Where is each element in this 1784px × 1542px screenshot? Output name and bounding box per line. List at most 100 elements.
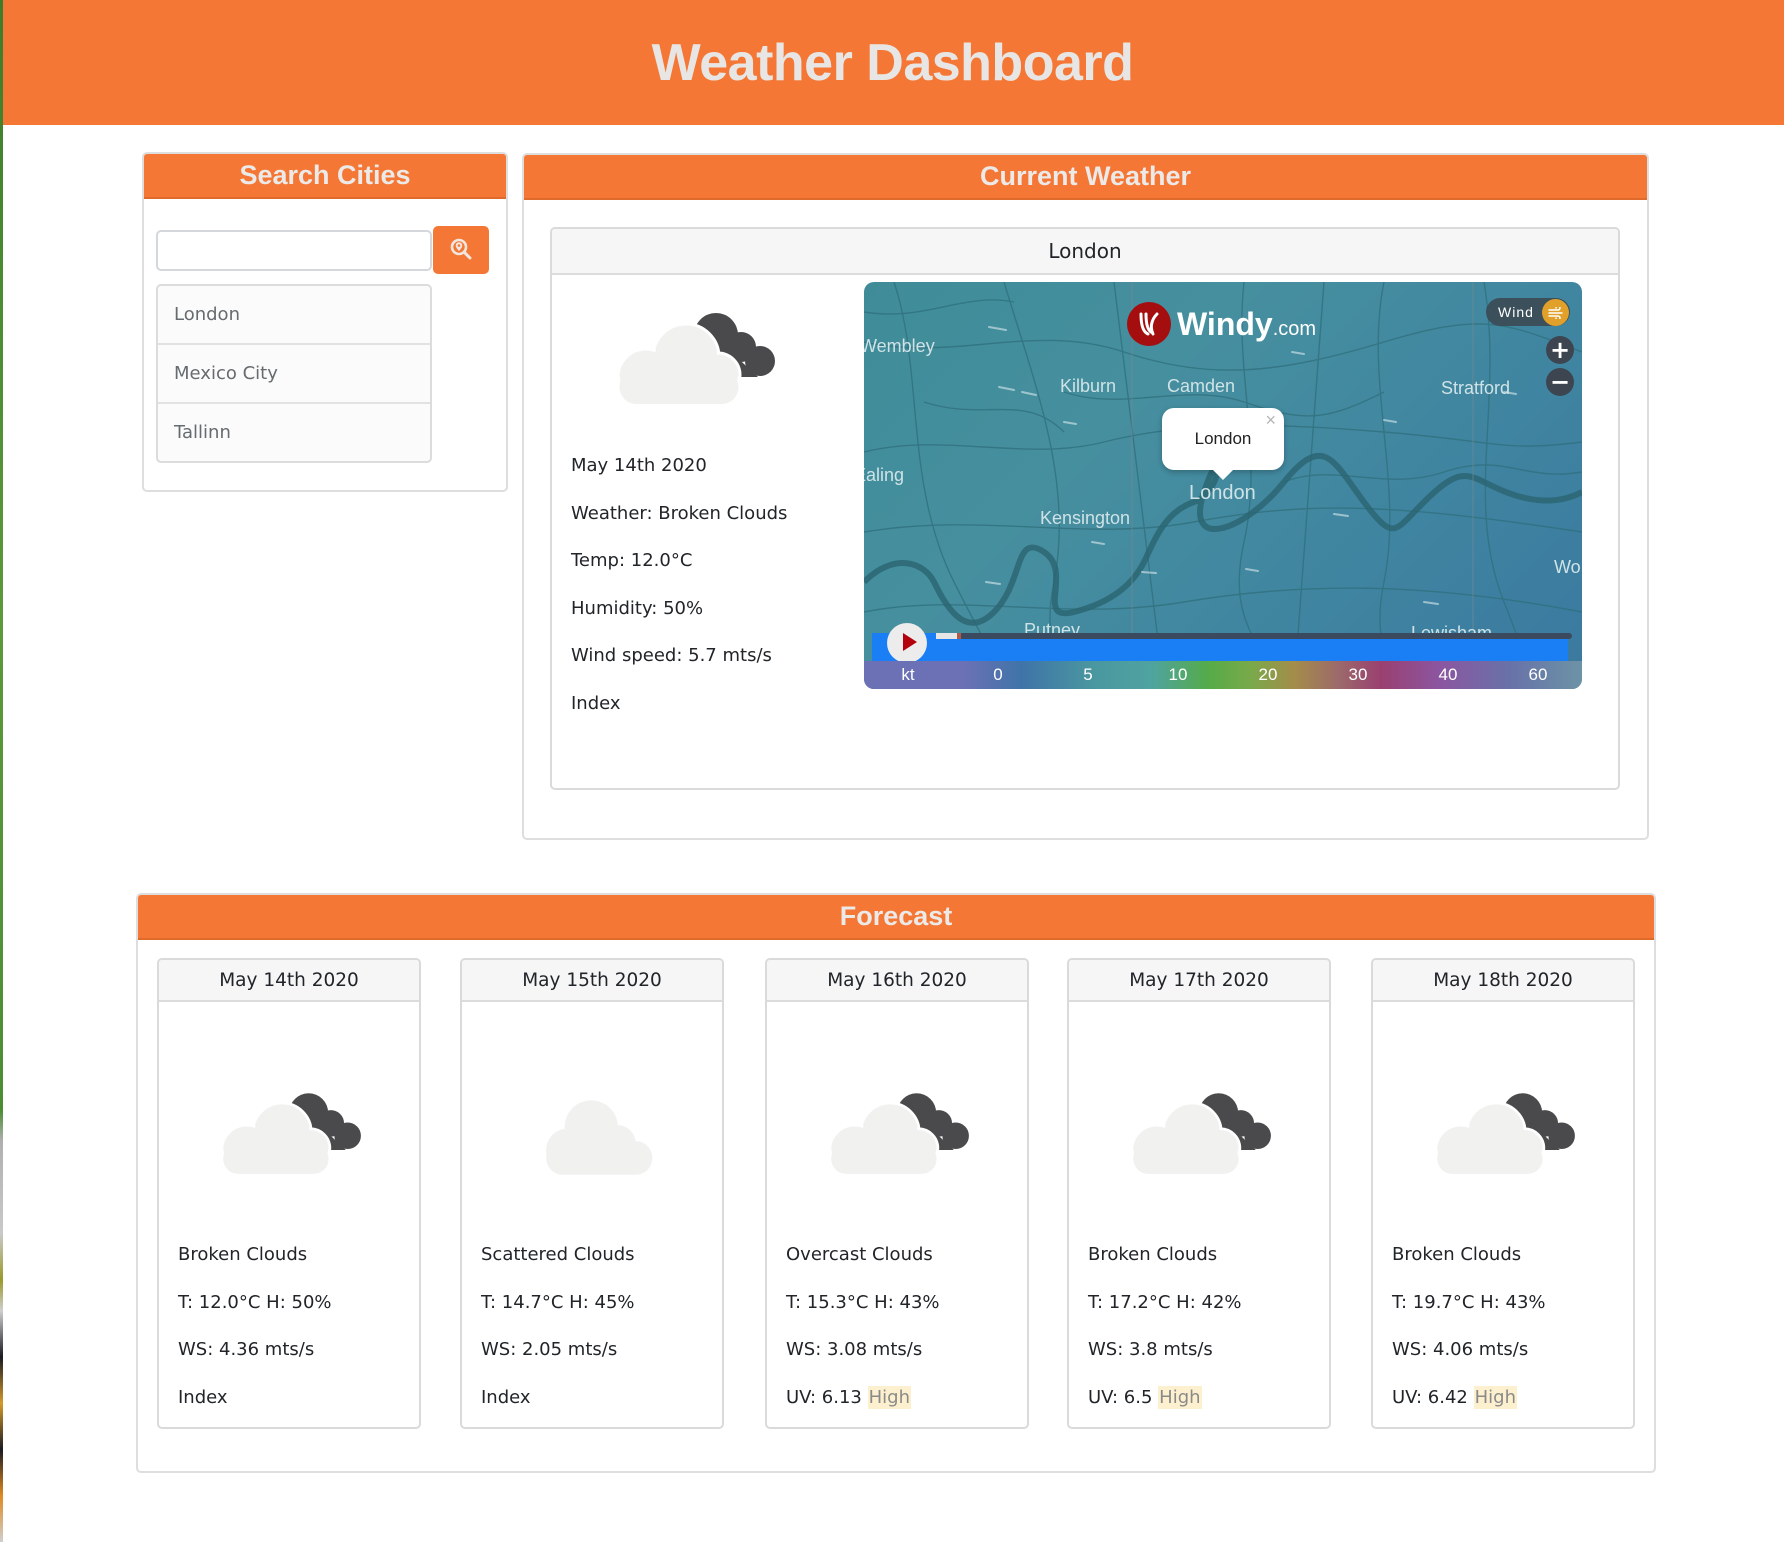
- legend-tick: 40: [1438, 665, 1458, 684]
- wind-icon: [1542, 299, 1569, 326]
- uv-value: UV: 6.5: [1088, 1386, 1153, 1408]
- forecast-uv-index: UV: 6.42 High: [1392, 1385, 1546, 1428]
- recent-cities-list: London Mexico City Tallinn: [156, 284, 432, 463]
- forecast-card-4: May 17th 2020 Broken Clouds T: 17.2°C H:…: [1067, 958, 1331, 1429]
- forecast-temp-humidity: T: 19.7°C H: 43%: [1392, 1291, 1546, 1313]
- forecast-card-5: May 18th 2020 Broken Clouds T: 19.7°C H:…: [1371, 958, 1635, 1429]
- map-label-kensington: Kensington: [1040, 508, 1131, 528]
- forecast-description: Overcast Clouds: [786, 1244, 933, 1265]
- city-item-tallinn[interactable]: Tallinn: [158, 404, 430, 461]
- current-weather-card: London May 14th 2020 Weather: Broken Clo…: [550, 227, 1620, 790]
- map-label-stratford: Stratford: [1441, 378, 1511, 398]
- broken-clouds-icon: [1427, 1085, 1582, 1183]
- map-label-kilburn: Kilburn: [1060, 376, 1117, 396]
- popup-close-icon[interactable]: ×: [1265, 410, 1276, 431]
- forecast-temp-humidity: T: 15.3°C H: 43%: [786, 1291, 940, 1313]
- windy-map[interactable]: Wembley Kilburn Camden Stratford Ealing …: [864, 282, 1582, 689]
- map-label-wo: Wo: [1554, 557, 1581, 577]
- forecast-wind-speed: WS: 4.36 mts/s: [178, 1339, 315, 1360]
- forecast-details: Broken Clouds T: 19.7°C H: 43% WS: 4.06 …: [1392, 1244, 1546, 1428]
- forecast-card-2: May 15th 2020 Scattered Clouds T: 14.7°C…: [460, 958, 724, 1429]
- forecast-panel-title: Forecast: [839, 901, 953, 931]
- forecast-temp-humidity: T: 12.0°C H: 50%: [178, 1291, 332, 1313]
- play-icon[interactable]: [887, 623, 927, 663]
- forecast-description: Broken Clouds: [1392, 1244, 1522, 1265]
- current-weather-panel: Current Weather London May 14th 2020 Wea…: [522, 153, 1649, 840]
- city-search-input[interactable]: [156, 230, 432, 271]
- wind-layer-label: Wind: [1498, 304, 1534, 320]
- desktop-edge-strip: [0, 0, 3, 1542]
- map-label-london: London: [1189, 482, 1256, 504]
- forecast-panel-header: Forecast: [138, 895, 1654, 940]
- wind-speed-legend: kt 0 5 10 20 30 40 60: [864, 661, 1582, 689]
- map-zoom-out-button[interactable]: −: [1546, 368, 1574, 396]
- forecast-details: Scattered Clouds T: 14.7°C H: 45% WS: 2.…: [481, 1244, 635, 1428]
- legend-tick: 0: [993, 665, 1003, 684]
- forecast-uv-index: Index: [178, 1386, 332, 1428]
- forecast-date: May 16th 2020: [767, 960, 1027, 1002]
- current-weather-desc: Weather: Broken Clouds: [571, 502, 788, 524]
- uv-value: UV: 6.42: [1392, 1386, 1468, 1408]
- timeline-track[interactable]: [936, 633, 1572, 639]
- search-button[interactable]: [433, 226, 489, 274]
- forecast-date: May 14th 2020: [159, 960, 419, 1002]
- forecast-uv-index: Index: [481, 1386, 635, 1428]
- current-panel-title: Current Weather: [979, 161, 1192, 191]
- uv-level-badge: High: [867, 1385, 911, 1409]
- search-cities-panel: Search Cities London Mexico City Tallinn: [142, 152, 508, 492]
- broken-clouds-icon: [608, 311, 783, 407]
- windy-logo[interactable]: Windy.com: [1127, 302, 1316, 346]
- uv-level-badge: High: [1158, 1385, 1202, 1409]
- legend-tick: 10: [1168, 665, 1188, 684]
- current-uv-index: Index: [571, 692, 621, 714]
- current-panel-header: Current Weather: [524, 155, 1647, 200]
- uv-value: Index: [481, 1386, 531, 1408]
- forecast-temp-humidity: T: 17.2°C H: 42%: [1088, 1291, 1242, 1313]
- map-label-camden: Camden: [1167, 376, 1236, 396]
- city-item-mexico-city[interactable]: Mexico City: [158, 345, 430, 404]
- forecast-card-1: May 14th 2020 Broken Clouds T: 12.0°C H:…: [157, 958, 421, 1429]
- current-wind-speed: Wind speed: 5.7 mts/s: [571, 645, 772, 666]
- legend-unit: kt: [901, 665, 915, 684]
- page-title: Weather Dashboard: [651, 33, 1134, 92]
- uv-value: UV: 6.13: [786, 1386, 862, 1408]
- windy-brand-text: Windy.com: [1177, 305, 1317, 342]
- forecast-wind-speed: WS: 3.08 mts/s: [786, 1339, 923, 1360]
- map-timeline[interactable]: [872, 623, 1572, 663]
- current-weather-details: May 14th 2020 Weather: Broken Clouds Tem…: [571, 455, 787, 740]
- forecast-wind-speed: WS: 2.05 mts/s: [481, 1339, 618, 1360]
- forecast-date: May 17th 2020: [1069, 960, 1329, 1002]
- current-humidity: Humidity: 50%: [571, 597, 704, 619]
- broken-clouds-icon: [213, 1085, 368, 1183]
- forecast-card-3: May 16th 2020 Overcast Clouds T: 15.3°C …: [765, 958, 1029, 1429]
- timeline-progress: [936, 633, 961, 639]
- map-zoom-in-button[interactable]: +: [1546, 336, 1574, 364]
- map-label-ealing: Ealing: [864, 465, 905, 485]
- forecast-uv-index: UV: 6.5 High: [1088, 1385, 1242, 1428]
- legend-tick: 60: [1528, 665, 1548, 684]
- map-popup-text: London: [1194, 429, 1252, 448]
- uv-value: Index: [178, 1386, 228, 1408]
- wind-layer-selector[interactable]: Wind: [1486, 298, 1570, 326]
- forecast-date: May 15th 2020: [462, 960, 722, 1002]
- page-header: Weather Dashboard: [3, 0, 1784, 125]
- forecast-description: Broken Clouds: [1088, 1244, 1218, 1265]
- forecast-wind-speed: WS: 3.8 mts/s: [1088, 1339, 1213, 1360]
- map-label-wembley: Wembley: [864, 336, 935, 356]
- scattered-clouds-icon: [516, 1085, 671, 1183]
- forecast-panel: Forecast May 14th 2020 Broken Clouds T: …: [136, 893, 1656, 1473]
- current-city-name: London: [552, 229, 1618, 275]
- current-date: May 14th 2020: [571, 455, 707, 476]
- forecast-wind-speed: WS: 4.06 mts/s: [1392, 1339, 1529, 1360]
- map-popup-london: London ×: [1162, 408, 1284, 480]
- search-location-icon: [449, 237, 473, 264]
- forecast-temp-humidity: T: 14.7°C H: 45%: [481, 1291, 635, 1313]
- forecast-details: Broken Clouds T: 17.2°C H: 42% WS: 3.8 m…: [1088, 1244, 1242, 1428]
- search-panel-title: Search Cities: [239, 160, 411, 190]
- legend-tick: 30: [1348, 665, 1368, 684]
- broken-clouds-icon: [1123, 1085, 1278, 1183]
- city-item-london[interactable]: London: [158, 286, 430, 345]
- forecast-details: Broken Clouds T: 12.0°C H: 50% WS: 4.36 …: [178, 1244, 332, 1428]
- broken-clouds-icon: [821, 1085, 976, 1183]
- uv-level-badge: High: [1473, 1385, 1517, 1409]
